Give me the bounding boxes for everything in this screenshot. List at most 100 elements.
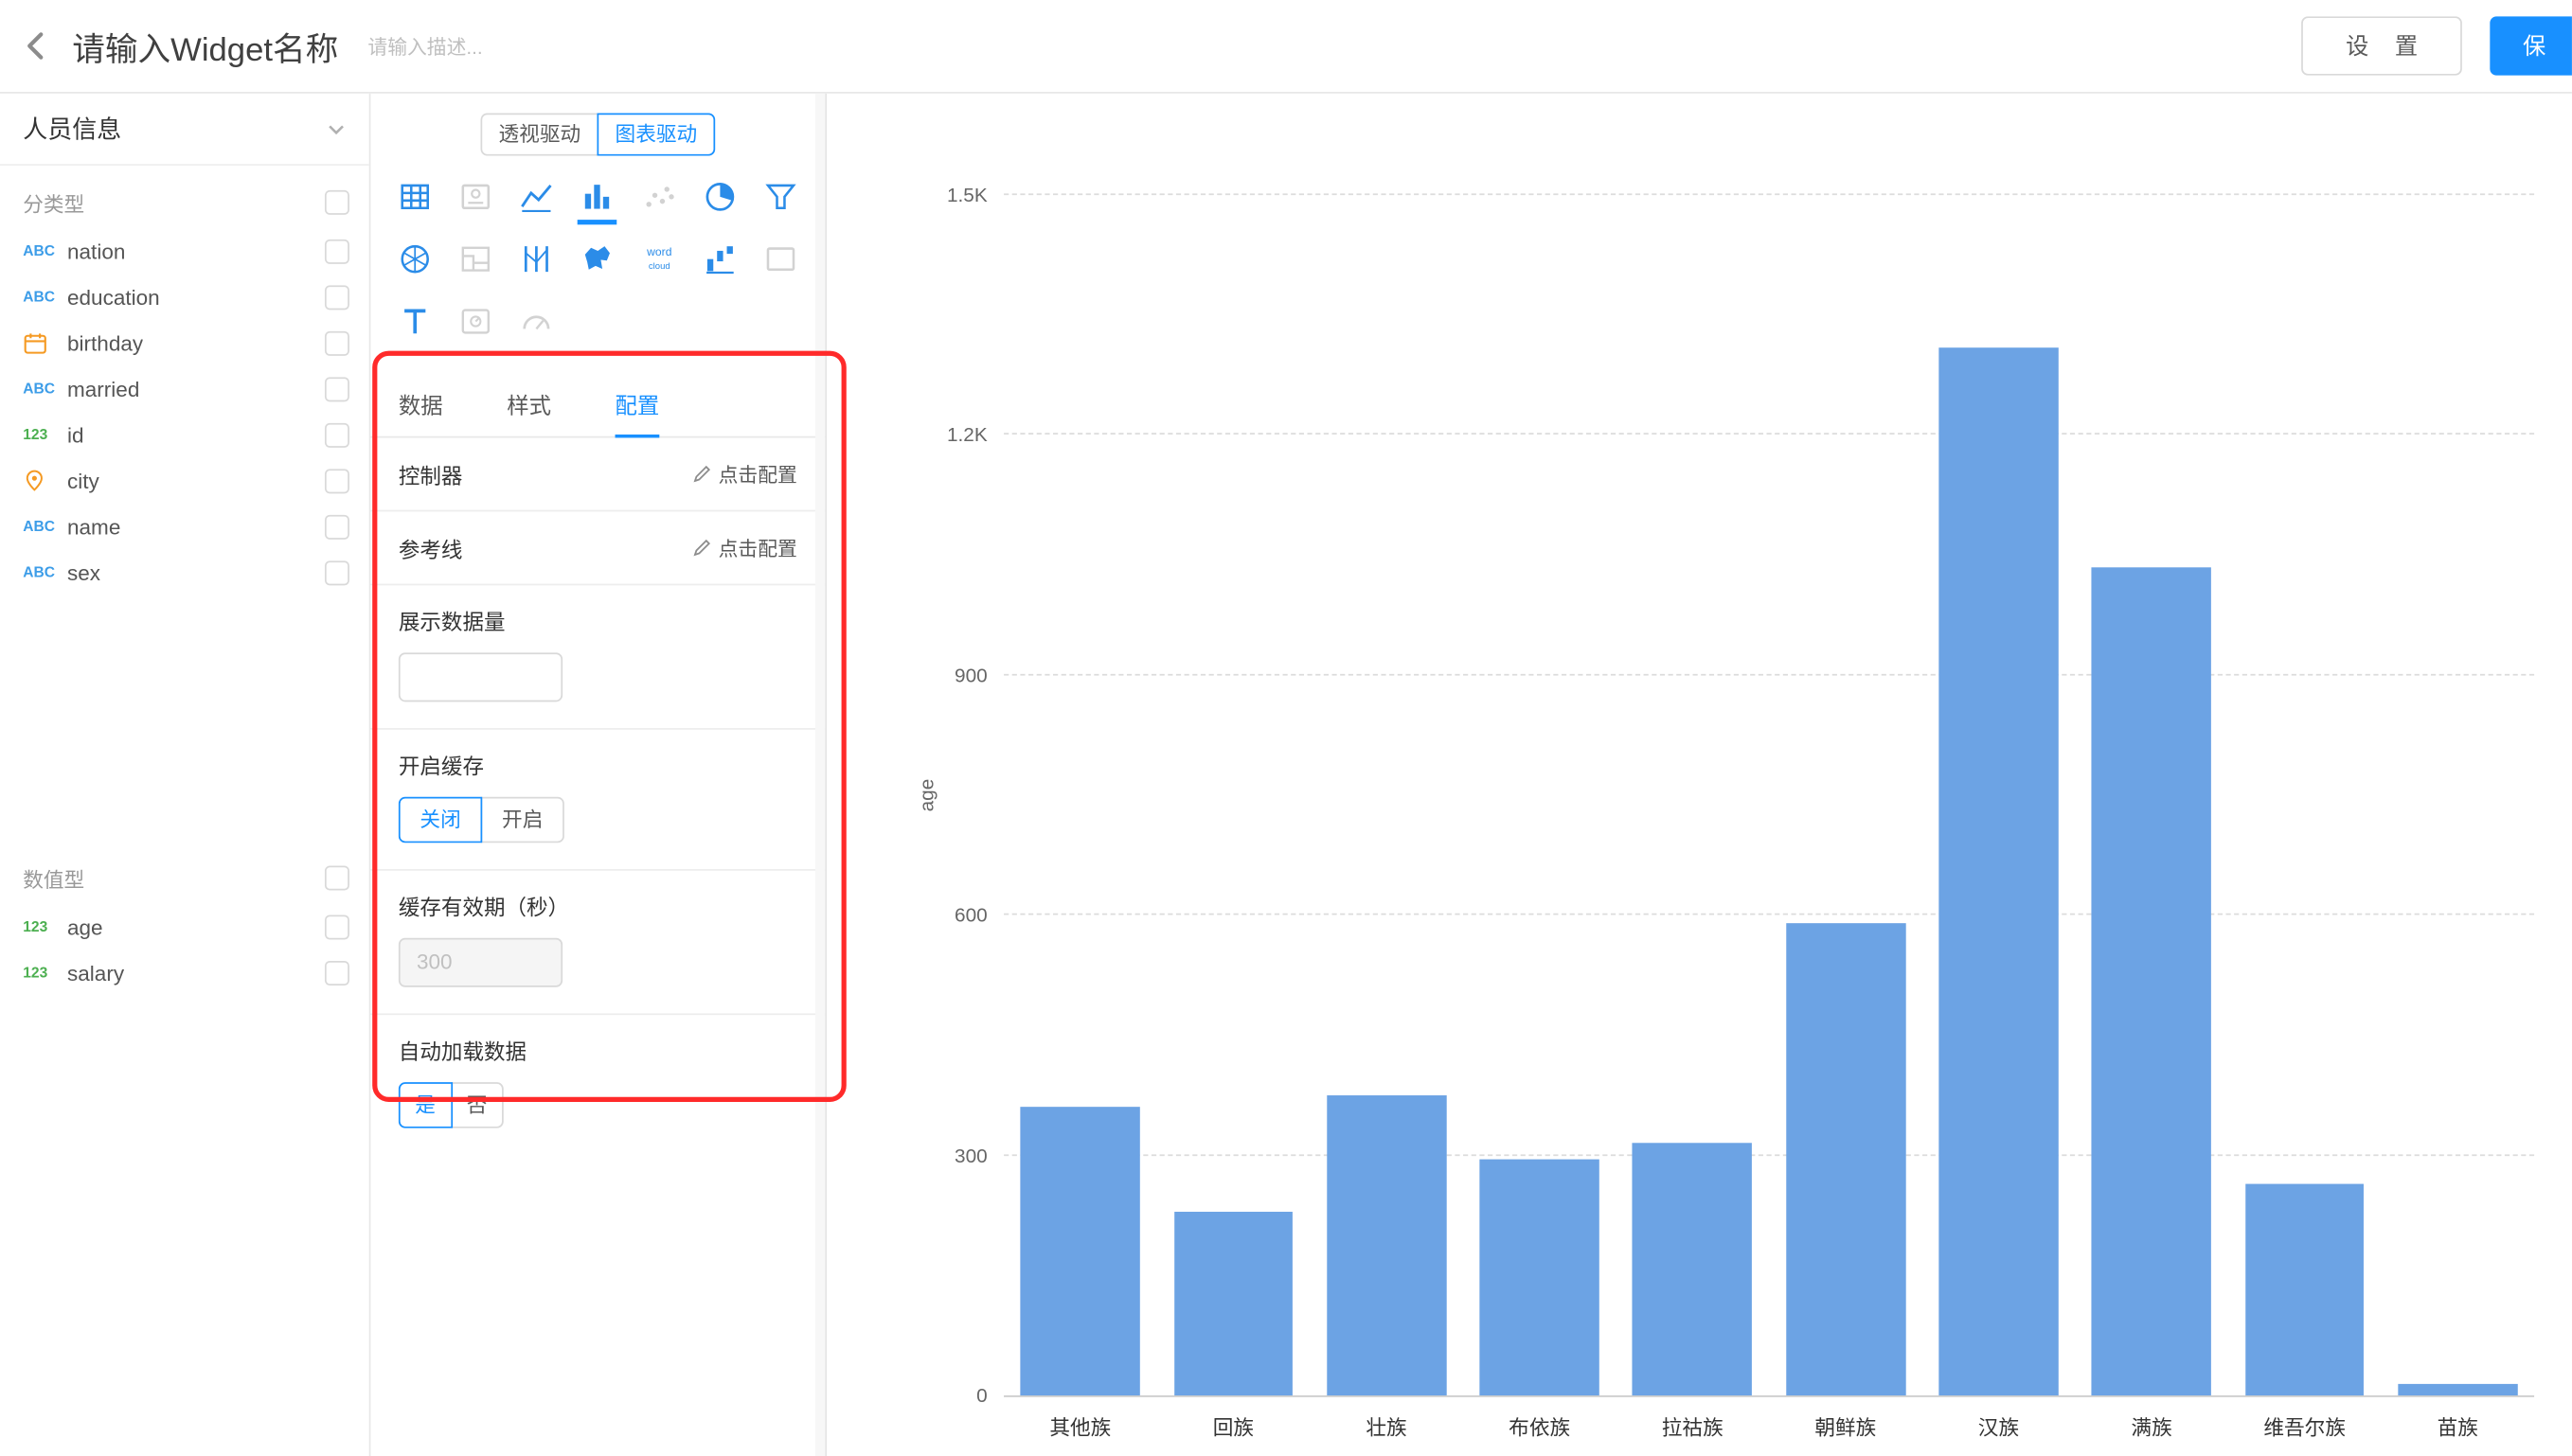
- field-item-sex[interactable]: ABCsex: [0, 549, 369, 595]
- chart-type-map-icon[interactable]: [573, 235, 622, 284]
- click-config-label: 点击配置: [719, 460, 797, 488]
- field-item-education[interactable]: ABCeducation: [0, 274, 369, 319]
- field-checkbox[interactable]: [325, 422, 349, 447]
- chart-type-scorecard-icon[interactable]: [451, 172, 500, 222]
- bar-拉祜族[interactable]: [1633, 1144, 1752, 1395]
- section-header-numeric: 数值型: [0, 851, 369, 903]
- chart-type-radar-icon[interactable]: [390, 235, 439, 284]
- autoload-no-button[interactable]: 否: [450, 1082, 503, 1128]
- field-checkbox[interactable]: [325, 960, 349, 985]
- chart-type-funnel-icon[interactable]: [757, 172, 806, 222]
- widget-desc-input[interactable]: 请输入描述...: [367, 32, 482, 60]
- display-count-input[interactable]: [399, 652, 563, 701]
- field-item-birthday[interactable]: birthday: [0, 320, 369, 365]
- chart-type-iframe-icon[interactable]: [757, 235, 806, 284]
- bar-其他族[interactable]: [1021, 1108, 1140, 1395]
- mode-toggle: 透视驱动图表驱动: [370, 114, 825, 156]
- field-item-id[interactable]: 123id: [0, 412, 369, 457]
- cache-off-button[interactable]: 关闭: [399, 797, 482, 843]
- autoload-yes-button[interactable]: 是: [399, 1082, 452, 1128]
- click-config-label: 点击配置: [719, 534, 797, 561]
- y-tick-label: 1.5K: [947, 184, 988, 206]
- section-checkbox[interactable]: [325, 865, 349, 890]
- tab-配置[interactable]: 配置: [616, 369, 660, 436]
- chart-type-parallel-icon[interactable]: [512, 235, 562, 284]
- chart-type-speedometer-icon[interactable]: [512, 297, 562, 346]
- reference-line-label: 参考线: [399, 532, 463, 563]
- x-tick-label: 布依族: [1509, 1411, 1570, 1442]
- field-checkbox[interactable]: [325, 469, 349, 493]
- topbar: 请输入Widget名称 请输入描述... 设 置 保 存: [0, 0, 2572, 94]
- field-item-city[interactable]: city: [0, 457, 369, 503]
- bar-维吾尔族[interactable]: [2245, 1183, 2365, 1395]
- y-tick-label: 600: [955, 904, 988, 927]
- field-item-nation[interactable]: ABCnation: [0, 228, 369, 274]
- chart-type-text-icon[interactable]: [390, 297, 439, 346]
- bar-苗族[interactable]: [2398, 1383, 2517, 1395]
- widget-editor: 请输入Widget名称 请输入描述... 设 置 保 存 人员信息 分类型 AB…: [0, 0, 2572, 1456]
- chart-type-wordcloud-icon[interactable]: wordcloud: [634, 235, 684, 284]
- calendar-icon: [23, 330, 67, 355]
- field-label: city: [67, 469, 99, 493]
- chart-type-gauge-icon[interactable]: [451, 297, 500, 346]
- reference-line-config-link[interactable]: 点击配置: [692, 534, 797, 561]
- section-checkbox[interactable]: [325, 189, 349, 214]
- chart-type-bar-icon[interactable]: [573, 172, 622, 222]
- bar-朝鲜族[interactable]: [1786, 923, 1905, 1395]
- field-label: birthday: [67, 330, 143, 355]
- chart-type-scatter-icon[interactable]: [634, 172, 684, 222]
- bar-汉族[interactable]: [1938, 347, 2058, 1395]
- bar-回族[interactable]: [1173, 1212, 1293, 1395]
- field-checkbox[interactable]: [325, 285, 349, 310]
- tab-数据[interactable]: 数据: [399, 369, 443, 436]
- x-tick-label: 维吾尔族: [2263, 1411, 2346, 1442]
- pencil-icon: [692, 538, 712, 558]
- text-type-icon: ABC: [23, 242, 67, 258]
- field-item-married[interactable]: ABCmarried: [0, 365, 369, 411]
- field-checkbox[interactable]: [325, 330, 349, 355]
- field-checkbox[interactable]: [325, 560, 349, 585]
- mode-option[interactable]: 图表驱动: [597, 114, 715, 156]
- chart-type-pie-icon[interactable]: [696, 172, 745, 222]
- chart-type-waterfall-icon[interactable]: [696, 235, 745, 284]
- field-checkbox[interactable]: [325, 239, 349, 263]
- settings-button[interactable]: 设 置: [2301, 16, 2462, 75]
- field-label: salary: [67, 960, 124, 985]
- controller-config-link[interactable]: 点击配置: [692, 460, 797, 488]
- chart-type-line-icon[interactable]: [512, 172, 562, 222]
- controller-label: 控制器: [399, 458, 463, 489]
- numeric-section: 数值型 123age123salary: [0, 851, 369, 995]
- field-label: id: [67, 422, 84, 447]
- chevron-down-icon: [327, 119, 347, 139]
- bar-壮族[interactable]: [1327, 1095, 1446, 1395]
- field-checkbox[interactable]: [325, 377, 349, 401]
- reference-line-row: 参考线 点击配置: [370, 511, 825, 585]
- bar-chart-plot: 03006009001.2K1.5K其他族回族壮族布依族拉祜族朝鲜族汉族满族维吾…: [1004, 195, 2534, 1397]
- field-label: age: [67, 914, 103, 939]
- chart-type-sankey-icon[interactable]: [451, 235, 500, 284]
- panel-scrollbar[interactable]: [815, 94, 825, 1456]
- chart-canvas: age 03006009001.2K1.5K其他族回族壮族布依族拉祜族朝鲜族汉族…: [827, 94, 2572, 1456]
- tab-样式[interactable]: 样式: [507, 369, 551, 436]
- x-tick-label: 朝鲜族: [1814, 1411, 1876, 1442]
- field-item-salary[interactable]: 123salary: [0, 950, 369, 995]
- view-selector[interactable]: 人员信息: [0, 94, 369, 166]
- bar-满族[interactable]: [2092, 567, 2211, 1395]
- field-checkbox[interactable]: [325, 914, 349, 939]
- bar-布依族[interactable]: [1480, 1160, 1599, 1395]
- back-button[interactable]: [0, 0, 72, 92]
- field-item-age[interactable]: 123age: [0, 903, 369, 949]
- cache-toggle-group: 关闭 开启: [399, 797, 797, 843]
- autoload-block: 自动加载数据 是 否: [370, 1015, 825, 1154]
- x-tick-label: 拉祜族: [1662, 1411, 1724, 1442]
- chart-type-table-icon[interactable]: [390, 172, 439, 222]
- svg-text:cloud: cloud: [649, 261, 670, 272]
- field-checkbox[interactable]: [325, 514, 349, 539]
- cache-on-button[interactable]: 开启: [481, 797, 564, 843]
- save-button[interactable]: 保 存: [2490, 16, 2572, 75]
- chart-type-grid: wordcloud: [370, 166, 825, 356]
- chevron-left-icon: [20, 29, 53, 62]
- widget-name-input[interactable]: 请输入Widget名称: [72, 22, 338, 69]
- mode-option[interactable]: 透视驱动: [480, 114, 598, 156]
- field-item-name[interactable]: ABCname: [0, 504, 369, 549]
